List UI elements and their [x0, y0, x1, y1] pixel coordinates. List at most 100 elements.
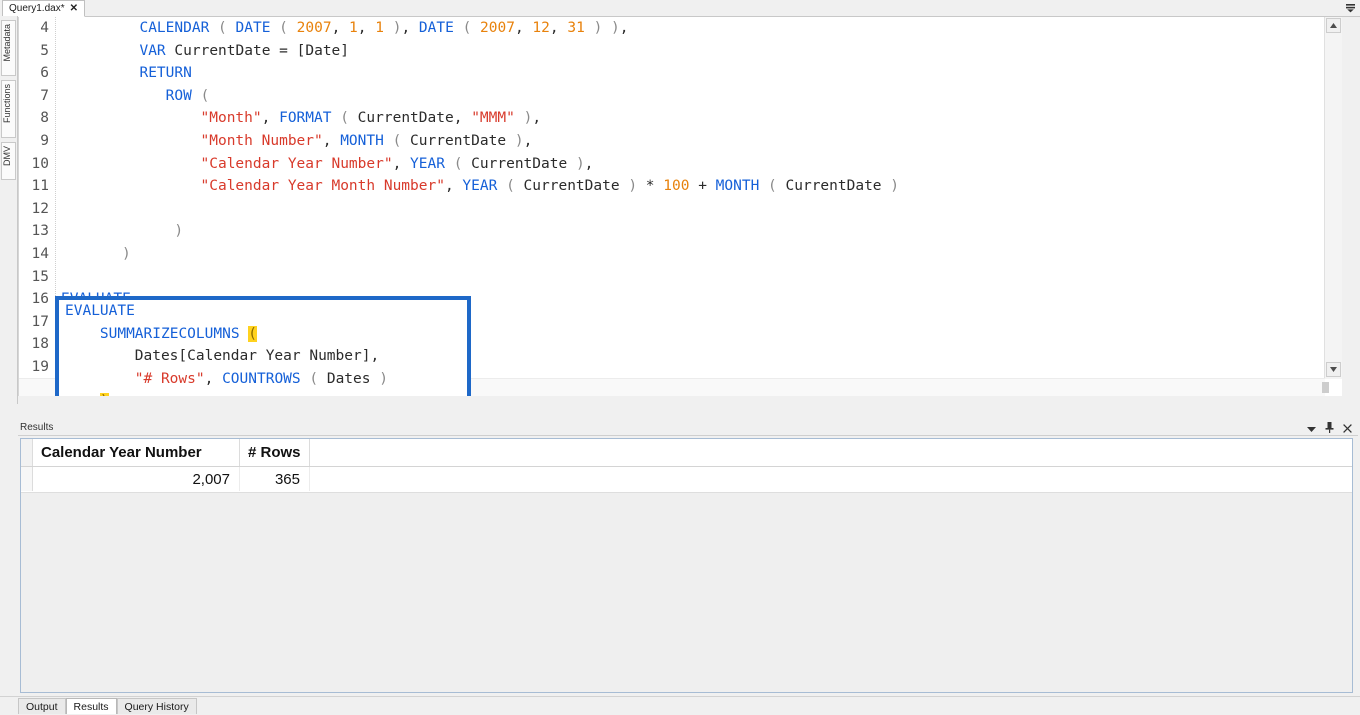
close-icon[interactable] — [1343, 420, 1352, 438]
bottom-tab-results[interactable]: Results — [65, 698, 117, 714]
bottom-tab-strip: Output Results Query History — [0, 696, 1360, 715]
close-icon[interactable]: ✕ — [70, 3, 78, 14]
code-line[interactable]: 8 "Month", FORMAT ( CurrentDate, "MMM" ), — [19, 107, 1342, 130]
code-token: 12 — [532, 20, 550, 36]
code-token: ( — [200, 87, 210, 104]
code-line-text: ) — [174, 220, 183, 243]
code-token: YEAR — [410, 155, 445, 172]
code-line-text: CALENDAR ( DATE ( 2007, 1, 1 ), DATE ( 2… — [139, 17, 628, 40]
line-number: 4 — [40, 20, 49, 36]
code-token: CurrentDate — [462, 155, 576, 172]
code-token: ) — [99, 393, 109, 396]
code-line[interactable]: 7 ROW ( — [19, 85, 1342, 108]
code-line[interactable]: 15 — [19, 266, 1342, 289]
code-token: , — [514, 20, 524, 36]
code-line-text: VAR CurrentDate = [Date] — [139, 40, 349, 63]
bottom-tab-query-history[interactable]: Query History — [116, 698, 197, 714]
code-line[interactable]: 9 "Month Number", MONTH ( CurrentDate ), — [19, 130, 1342, 153]
code-token: "# Rows" — [134, 370, 205, 387]
sidebar-item-metadata[interactable]: Metadata — [1, 20, 16, 76]
code-token: [Date] — [287, 42, 350, 59]
annotated-code-line: "# Rows", COUNTROWS ( Dates ) — [59, 368, 467, 391]
scroll-down-icon[interactable] — [1326, 362, 1341, 377]
code-token: "Month Number" — [200, 132, 323, 149]
code-token: "Calendar Year Number" — [200, 155, 393, 172]
tab-list-dropdown-icon[interactable] — [1343, 2, 1357, 14]
code-line[interactable]: 14) — [19, 243, 1342, 266]
code-token: DATE — [418, 20, 454, 36]
code-token: , — [584, 155, 594, 172]
dropdown-icon[interactable] — [1307, 420, 1316, 438]
column-header[interactable]: # Rows — [240, 439, 310, 466]
code-line[interactable]: 5 VAR CurrentDate = [Date] — [19, 40, 1342, 63]
results-title-buttons — [1307, 420, 1352, 438]
line-number: 13 — [31, 223, 49, 240]
table-cell[interactable]: 365 — [240, 467, 310, 491]
code-token: CurrentDate — [401, 132, 515, 149]
table-row[interactable]: 2,007 365 — [21, 467, 1352, 493]
scroll-up-icon[interactable] — [1326, 18, 1341, 33]
code-token: , — [619, 20, 629, 36]
column-header[interactable]: Calendar Year Number — [33, 439, 240, 466]
code-line[interactable]: 12 — [19, 198, 1342, 221]
sidebar-item-label: Metadata — [2, 24, 12, 62]
pin-icon[interactable] — [1325, 420, 1334, 438]
code-token: ( — [506, 178, 515, 195]
document-tab-query1[interactable]: Query1.dax* ✕ — [2, 0, 85, 17]
table-cell[interactable]: 2,007 — [33, 467, 240, 491]
code-line[interactable]: 11 "Calendar Year Month Number", YEAR ( C… — [19, 175, 1342, 198]
code-token: 100 — [663, 178, 690, 195]
sidebar-item-functions[interactable]: Functions — [1, 80, 16, 138]
code-token: ( — [248, 325, 258, 342]
code-token: VAR — [139, 42, 166, 59]
bottom-tab-output[interactable]: Output — [18, 698, 66, 714]
line-number: 12 — [31, 200, 49, 217]
code-line[interactable]: 10 "Calendar Year Number", YEAR ( Current… — [19, 153, 1342, 176]
results-title-label: Results — [20, 421, 54, 433]
code-line[interactable]: 13) — [19, 220, 1342, 243]
line-number: 5 — [40, 42, 49, 59]
annotated-code-line-text: Dates[Calendar Year Number], — [135, 345, 379, 368]
annotated-code-line-text: EVALUATE — [65, 300, 135, 323]
annotated-code-line: Dates[Calendar Year Number], — [59, 345, 467, 368]
annotated-code-line: SUMMARIZECOLUMNS ( — [59, 323, 467, 346]
code-token: , — [532, 110, 542, 127]
horizontal-scrollbar-thumb[interactable] — [1322, 382, 1329, 393]
column-header-filler — [310, 439, 1352, 466]
row-selector-cell[interactable] — [21, 467, 33, 491]
code-token: MONTH — [715, 178, 760, 195]
dax-studio-window: Query1.dax* ✕ Metadata Functions DMV 4 CA… — [0, 0, 1360, 715]
code-token: ) — [628, 178, 638, 195]
annotated-code-line: EVALUATE — [59, 300, 467, 323]
code-token: "MMM" — [471, 110, 515, 127]
sidebar-item-dmv[interactable]: DMV — [1, 142, 16, 180]
code-line[interactable]: 6 RETURN — [19, 62, 1342, 85]
results-grid[interactable]: Calendar Year Number # Rows 2,007 365 — [20, 438, 1353, 693]
code-token: + — [698, 178, 707, 195]
editor-vertical-scrollbar[interactable] — [1324, 17, 1342, 379]
code-token: * — [645, 178, 655, 195]
code-token: ) — [611, 20, 620, 36]
line-number: 11 — [31, 178, 49, 195]
code-line[interactable]: 4 CALENDAR ( DATE ( 2007, 1, 1 ), DATE ( … — [19, 17, 1342, 40]
left-dock: Metadata Functions DMV — [0, 16, 18, 404]
code-token: CurrentDate — [348, 110, 454, 127]
line-number: 15 — [31, 268, 49, 285]
code-editor[interactable]: 4 CALENDAR ( DATE ( 2007, 1, 1 ), DATE ( … — [18, 17, 1342, 396]
